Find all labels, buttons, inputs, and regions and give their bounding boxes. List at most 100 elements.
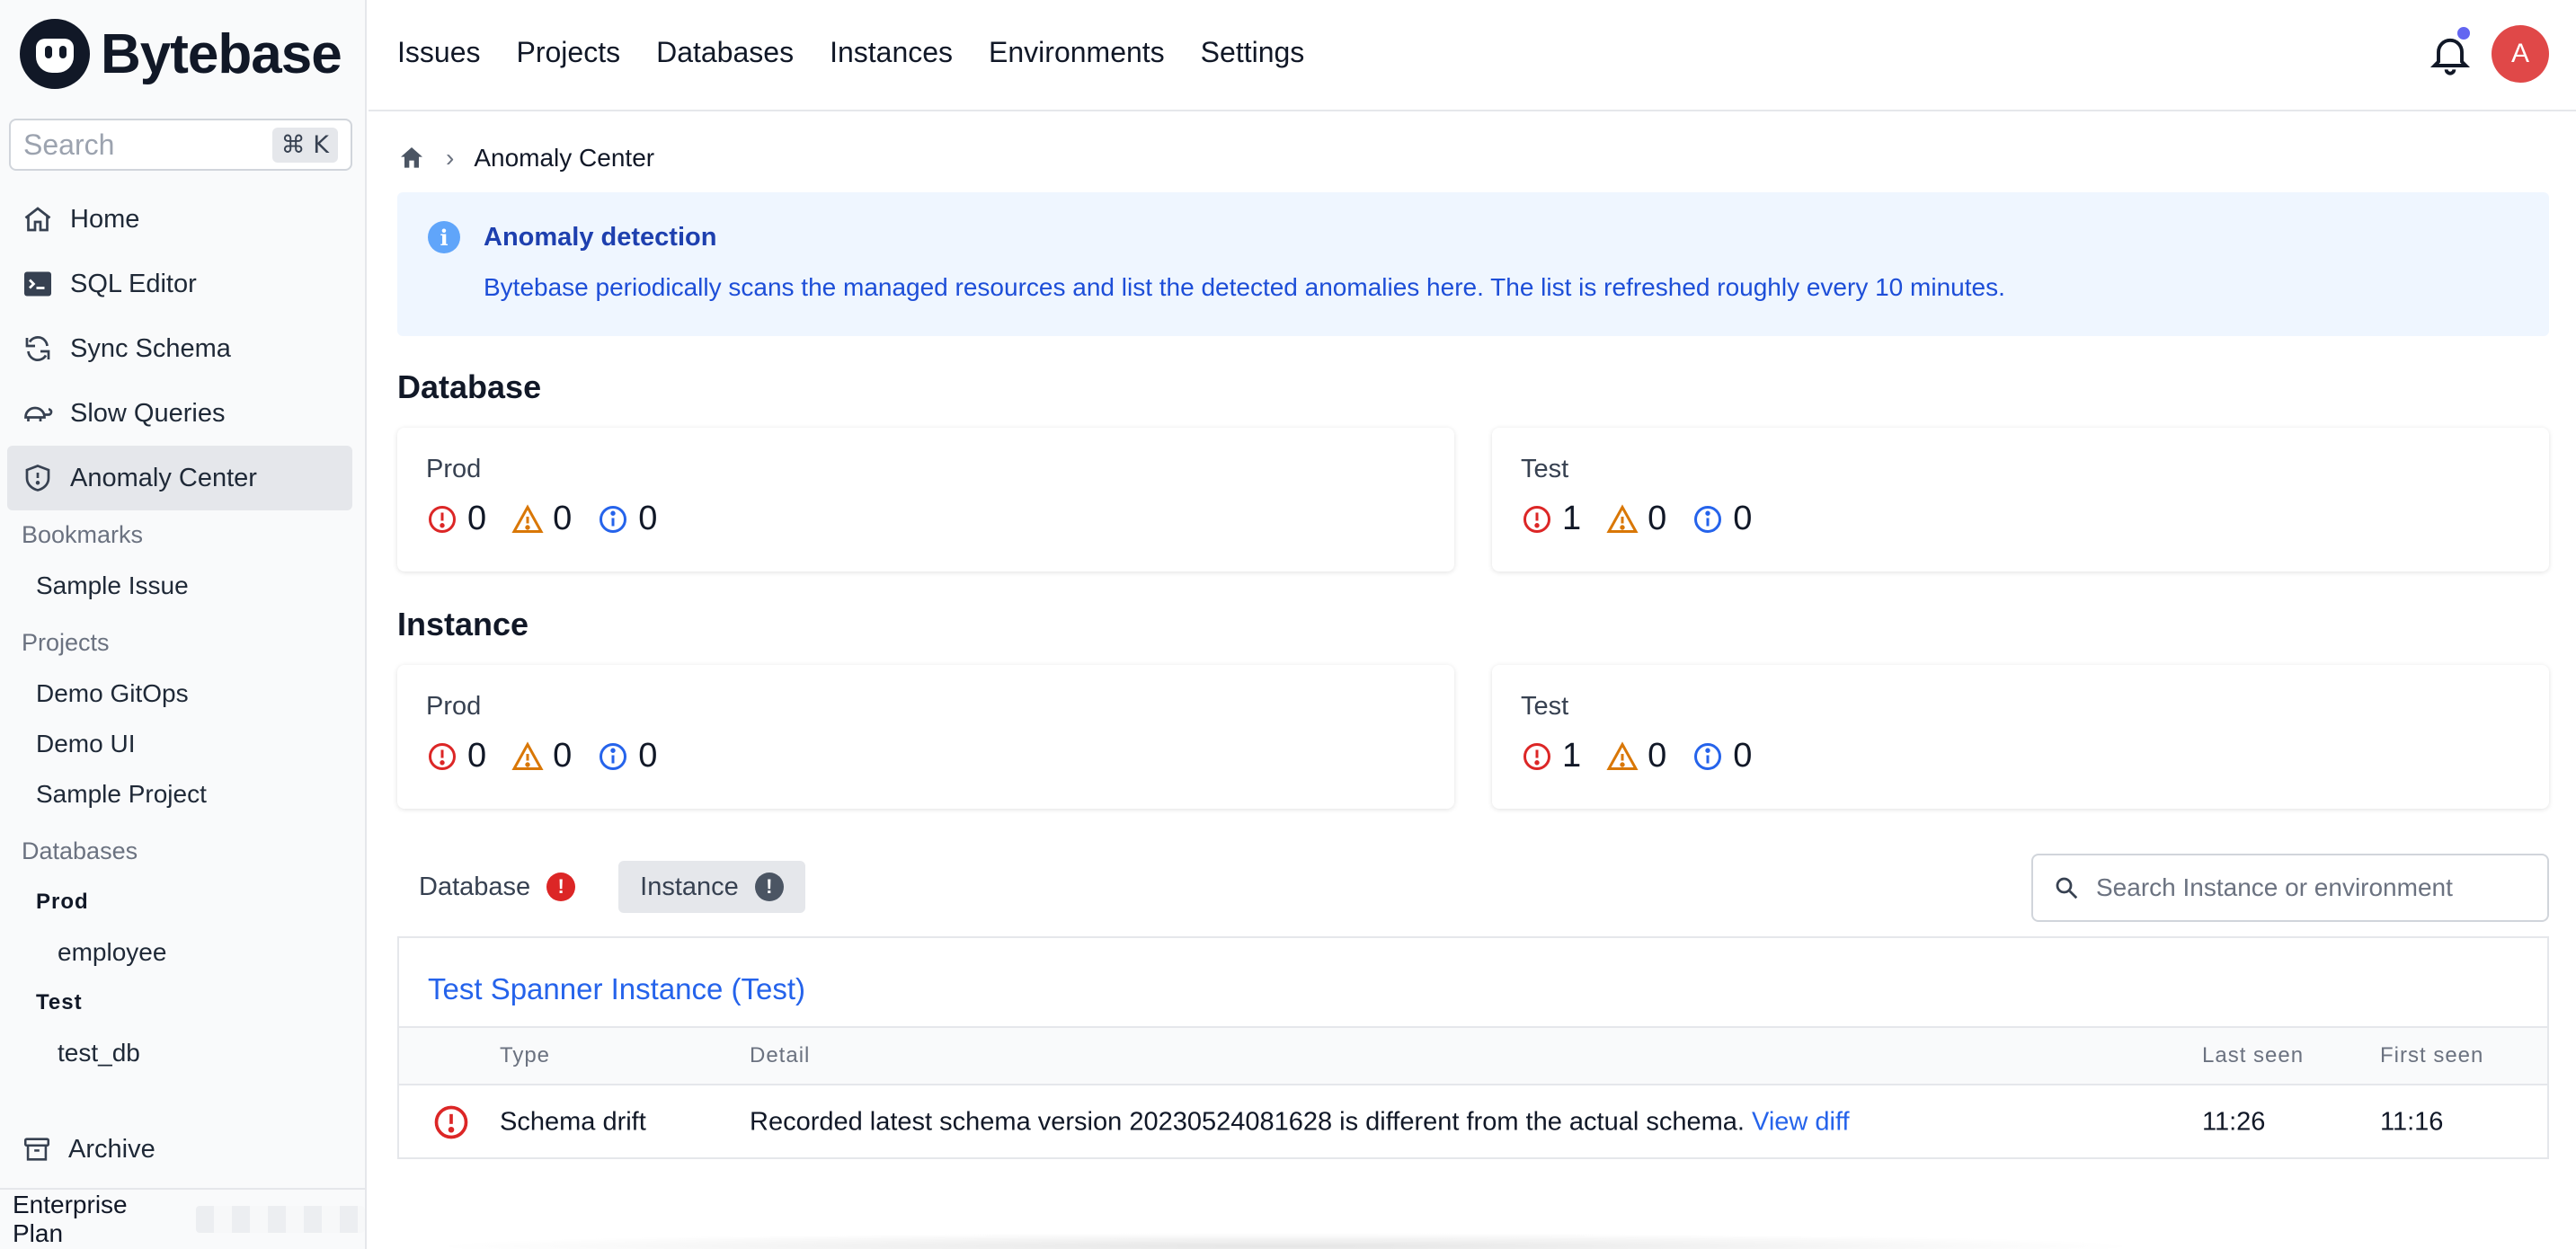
databases-title: Databases bbox=[22, 837, 138, 864]
anomaly-counts: 1 0 0 bbox=[1521, 500, 1777, 538]
sidebar-item-label: SQL Editor bbox=[70, 269, 197, 298]
database-group-test[interactable]: Test bbox=[36, 990, 83, 1015]
warning-icon bbox=[511, 740, 544, 770]
bottom-shadow bbox=[422, 1233, 2148, 1249]
database-section-title: Database bbox=[397, 368, 542, 405]
sidebar-item-archive[interactable]: Archive bbox=[22, 1134, 155, 1165]
archive-icon bbox=[23, 1138, 50, 1161]
sidebar-item-label: Anomaly Center bbox=[70, 463, 257, 492]
sidebar-item-label: Slow Queries bbox=[70, 398, 226, 428]
warning-icon bbox=[1606, 740, 1639, 770]
error-icon bbox=[429, 505, 456, 533]
database-card-test[interactable]: Test 1 0 0 bbox=[1492, 428, 2549, 571]
plan-label: Enterprise Plan bbox=[13, 1191, 128, 1247]
instance-title-link[interactable]: Test Spanner Instance (Test) bbox=[428, 972, 805, 1006]
info-count: 0 bbox=[1733, 737, 1753, 775]
anomaly-counts: 0 0 0 bbox=[426, 500, 682, 538]
warning-count: 0 bbox=[553, 500, 573, 537]
warning-count: 0 bbox=[1648, 500, 1667, 537]
sidebar-item-sync-schema[interactable]: Sync Schema bbox=[7, 316, 352, 381]
instance-section-title: Instance bbox=[397, 606, 529, 642]
nav-settings[interactable]: Settings bbox=[1201, 36, 1305, 69]
row-detail: Recorded latest schema version 202305240… bbox=[750, 1107, 1745, 1137]
tab-label: Database bbox=[419, 872, 531, 901]
info-count: 0 bbox=[1733, 500, 1753, 537]
project-sample-project[interactable]: Sample Project bbox=[36, 780, 207, 809]
error-icon bbox=[431, 1103, 471, 1142]
anomaly-counts: 0 0 0 bbox=[426, 737, 682, 775]
notification-dot bbox=[2456, 25, 2472, 41]
warning-count: 0 bbox=[553, 737, 573, 775]
error-count: 0 bbox=[467, 500, 487, 537]
info-count: 0 bbox=[638, 737, 658, 775]
error-icon bbox=[1523, 505, 1550, 533]
sidebar-item-home[interactable]: Home bbox=[7, 187, 352, 252]
error-count: 1 bbox=[1562, 500, 1582, 537]
anomaly-tabs: Database ! Instance ! bbox=[397, 861, 805, 913]
tab-instance[interactable]: Instance ! bbox=[618, 861, 805, 913]
brand-name: Bytebase bbox=[101, 22, 342, 85]
row-type: Schema drift bbox=[500, 1107, 646, 1137]
instance-card-test[interactable]: Test 1 0 0 bbox=[1492, 665, 2549, 809]
anomaly-counts: 1 0 0 bbox=[1521, 737, 1777, 775]
nav-instances[interactable]: Instances bbox=[830, 36, 953, 69]
instance-search-input[interactable]: Search Instance or environment bbox=[2031, 854, 2549, 922]
info-icon bbox=[600, 742, 627, 770]
column-last-seen: Last seen bbox=[2202, 1043, 2305, 1067]
breadcrumb: › Anomaly Center bbox=[397, 144, 654, 173]
sidebar-item-sql-editor[interactable]: SQL Editor bbox=[7, 252, 352, 316]
home-icon bbox=[24, 207, 51, 232]
refresh-icon bbox=[25, 336, 50, 361]
bytebase-logo[interactable]: Bytebase bbox=[20, 18, 342, 90]
sidebar-item-label: Home bbox=[70, 204, 140, 234]
plan-footer[interactable]: Enterprise Plan bbox=[0, 1188, 365, 1249]
nav-databases[interactable]: Databases bbox=[656, 36, 794, 69]
blurred-version bbox=[195, 1206, 365, 1233]
database-card-prod[interactable]: Prod 0 0 0 bbox=[397, 428, 1454, 571]
card-env-label: Test bbox=[1521, 455, 1569, 483]
home-icon[interactable] bbox=[397, 144, 426, 173]
anomaly-table: Test Spanner Instance (Test) Type Detail… bbox=[397, 936, 2549, 1159]
search-icon bbox=[2056, 877, 2078, 899]
column-first-seen: First seen bbox=[2380, 1043, 2484, 1067]
error-icon bbox=[1523, 742, 1550, 770]
database-test-db[interactable]: test_db bbox=[58, 1039, 140, 1067]
nav-issues[interactable]: Issues bbox=[397, 36, 480, 69]
nav-environments[interactable]: Environments bbox=[989, 36, 1165, 69]
sidebar-item-slow-queries[interactable]: Slow Queries bbox=[7, 381, 352, 446]
alert-title: Anomaly detection bbox=[484, 223, 717, 252]
nav-projects[interactable]: Projects bbox=[516, 36, 620, 69]
info-alert: i Anomaly detection Bytebase periodicall… bbox=[397, 192, 2549, 336]
bookmark-sample-issue[interactable]: Sample Issue bbox=[36, 571, 189, 600]
info-icon bbox=[1694, 505, 1722, 533]
row-first-seen: 11:16 bbox=[2380, 1107, 2444, 1137]
database-employee[interactable]: employee bbox=[58, 938, 166, 967]
info-count: 0 bbox=[638, 500, 658, 537]
bookmarks-title: Bookmarks bbox=[22, 521, 144, 548]
card-env-label: Test bbox=[1521, 692, 1569, 721]
error-icon bbox=[429, 742, 456, 770]
sidebar-item-anomaly-center[interactable]: Anomaly Center bbox=[7, 446, 352, 510]
search-placeholder: Search Instance or environment bbox=[2096, 873, 2453, 901]
search-placeholder: Search bbox=[23, 128, 115, 161]
view-diff-link[interactable]: View diff bbox=[1752, 1108, 1850, 1137]
search-shortcut: ⌘ K bbox=[271, 127, 338, 163]
project-demo-ui[interactable]: Demo UI bbox=[36, 730, 135, 758]
info-icon bbox=[1694, 742, 1722, 770]
logo-icon bbox=[20, 19, 90, 89]
instance-card-prod[interactable]: Prod 0 0 0 bbox=[397, 665, 1454, 809]
info-icon: i bbox=[428, 221, 460, 253]
terminal-icon bbox=[24, 271, 51, 297]
tab-database[interactable]: Database ! bbox=[397, 861, 597, 913]
shield-icon bbox=[25, 465, 50, 492]
error-count: 0 bbox=[467, 737, 487, 775]
database-group-prod[interactable]: Prod bbox=[36, 890, 89, 915]
sidebar-search-input[interactable]: Search ⌘ K bbox=[9, 119, 352, 171]
avatar[interactable]: A bbox=[2492, 25, 2549, 83]
sidebar-nav: Home SQL Editor Sync Schema Slow Queries… bbox=[7, 187, 352, 510]
project-demo-gitops[interactable]: Demo GitOps bbox=[36, 679, 189, 708]
top-nav: Issues Projects Databases Instances Envi… bbox=[397, 36, 1304, 69]
column-detail: Detail bbox=[750, 1043, 811, 1067]
card-env-label: Prod bbox=[426, 692, 482, 721]
row-last-seen: 11:26 bbox=[2202, 1107, 2266, 1137]
